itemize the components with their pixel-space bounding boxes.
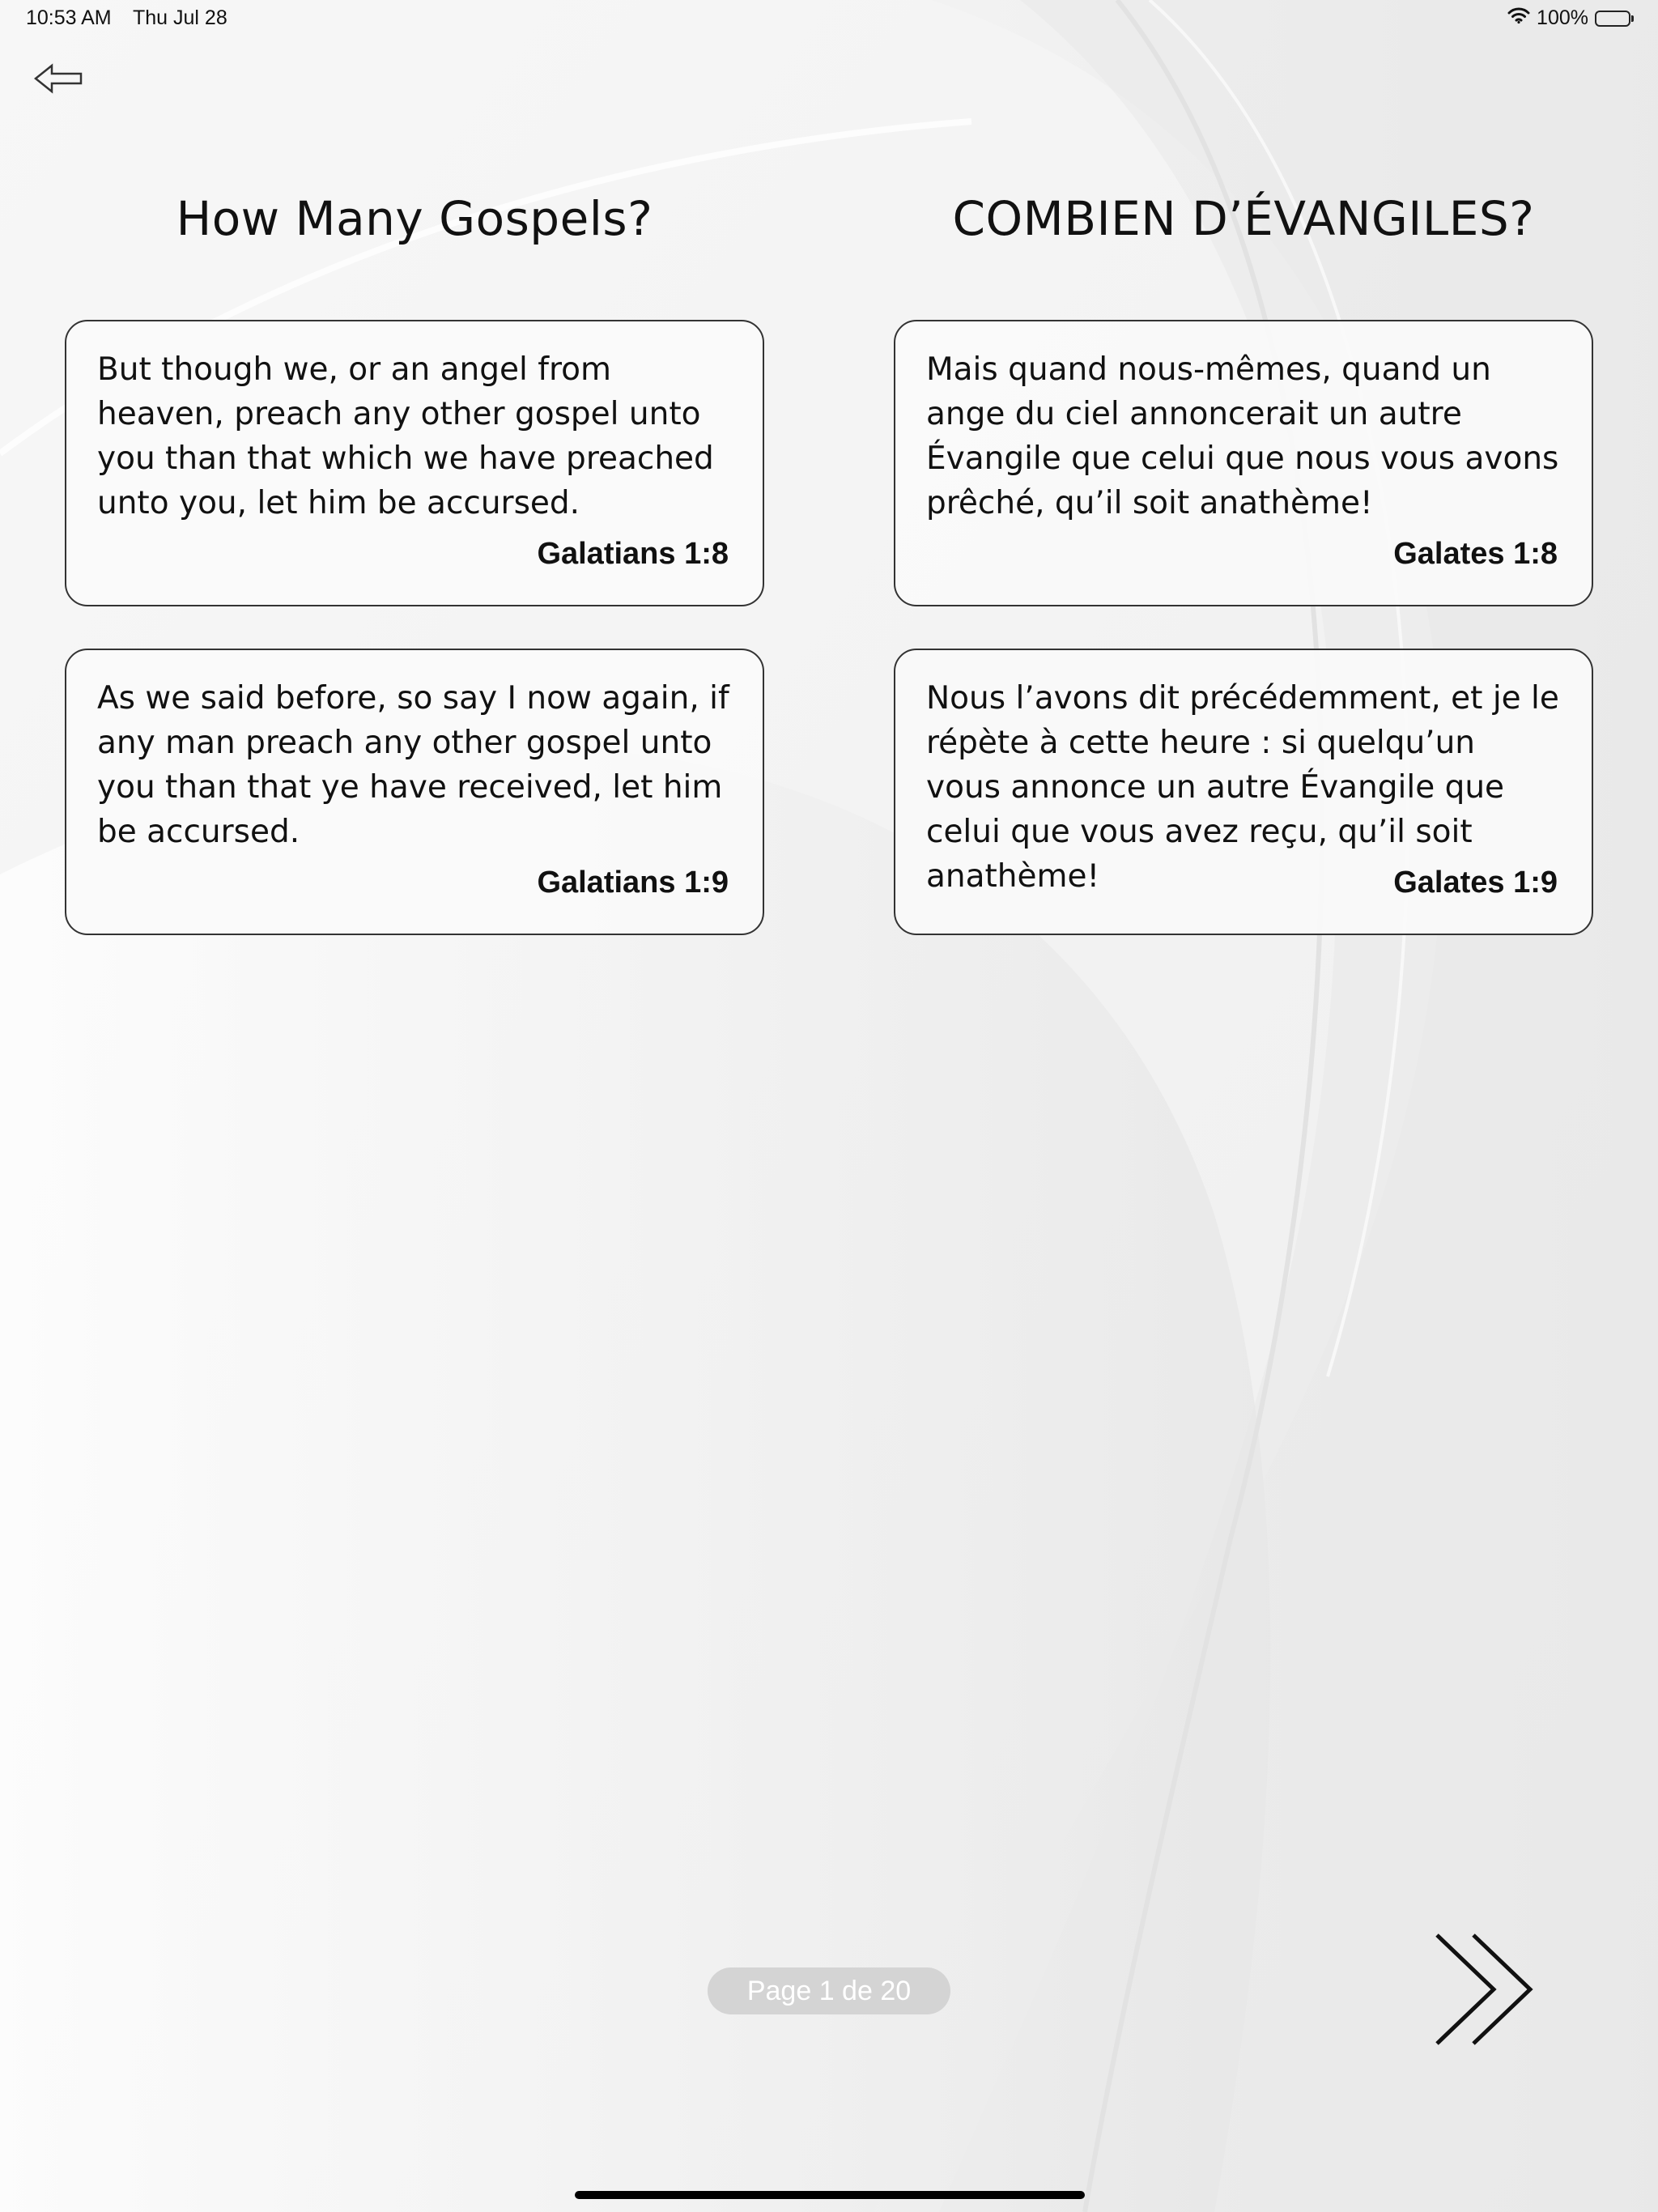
french-column: COMBIEN D’ÉVANGILES? Mais quand nous-mêm… <box>894 182 1593 935</box>
battery-icon <box>1595 10 1634 27</box>
verse-reference: Galatians 1:9 <box>537 866 729 900</box>
double-chevron-right-icon <box>1435 1933 1533 2045</box>
home-indicator[interactable] <box>575 2191 1085 2199</box>
verse-card: As we said before, so say I now again, i… <box>65 649 764 935</box>
verse-card: Mais quand nous-mêmes, quand un ange du … <box>894 320 1593 606</box>
back-button[interactable] <box>32 57 87 100</box>
verse-card: Nous l’avons dit précédemment, et je le … <box>894 649 1593 935</box>
verse-text: Nous l’avons dit précédemment, et je le … <box>926 680 1559 895</box>
verse-text: But though we, or an angel from heaven, … <box>97 351 714 521</box>
status-bar: 10:53 AM Thu Jul 28 100% <box>0 0 1658 39</box>
verse-reference: Galates 1:9 <box>1393 866 1558 900</box>
verse-text: Mais quand nous-mêmes, quand un ange du … <box>926 351 1559 521</box>
status-time: 10:53 AM <box>26 6 112 29</box>
wifi-icon <box>1507 6 1530 30</box>
verse-reference: Galatians 1:8 <box>537 537 729 571</box>
status-date: Thu Jul 28 <box>133 6 227 29</box>
verse-reference: Galates 1:8 <box>1393 537 1558 571</box>
english-column: How Many Gospels? But though we, or an a… <box>65 182 764 935</box>
english-title: How Many Gospels? <box>176 191 653 246</box>
next-page-button[interactable] <box>1433 1931 1554 2052</box>
back-arrow-icon <box>33 63 83 94</box>
status-right: 100% <box>1507 6 1634 30</box>
page-indicator: Page 1 de 20 <box>708 1967 950 2014</box>
battery-percent: 100% <box>1537 6 1588 29</box>
french-title: COMBIEN D’ÉVANGILES? <box>952 191 1535 246</box>
verse-card: But though we, or an angel from heaven, … <box>65 320 764 606</box>
verse-text: As we said before, so say I now again, i… <box>97 680 729 850</box>
